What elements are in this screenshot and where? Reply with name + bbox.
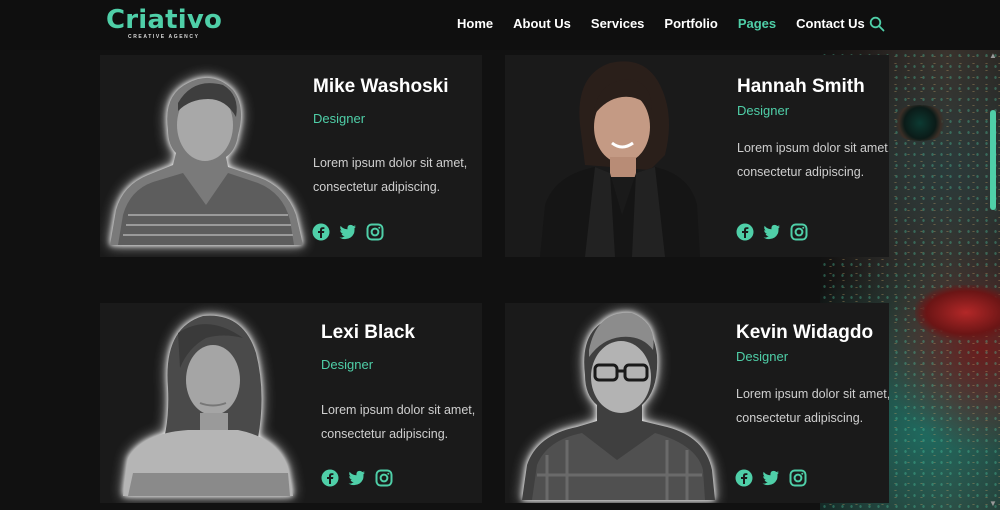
instagram-icon[interactable]: [375, 469, 393, 487]
twitter-icon[interactable]: [762, 469, 780, 487]
nav-item-about-us[interactable]: About Us: [513, 16, 571, 31]
social-links: [312, 223, 384, 241]
scroll-up-arrow[interactable]: ▲: [989, 52, 997, 60]
page-scrollbar[interactable]: ▲ ▼: [986, 50, 1000, 510]
team-member-description: Lorem ipsum dolor sit amet, consectetur …: [736, 387, 889, 425]
twitter-icon[interactable]: [339, 223, 357, 241]
nav-item-portfolio[interactable]: Portfolio: [664, 16, 717, 31]
scroll-thumb[interactable]: [990, 110, 996, 210]
facebook-icon[interactable]: [321, 469, 339, 487]
social-links: [321, 469, 393, 487]
team-card: Hannah Smith Designer Lorem ipsum dolor …: [505, 55, 889, 257]
team-member-role: Designer: [321, 357, 374, 372]
facebook-icon[interactable]: [735, 469, 753, 487]
scroll-down-arrow[interactable]: ▼: [989, 500, 997, 508]
twitter-icon[interactable]: [763, 223, 781, 241]
instagram-icon[interactable]: [790, 223, 808, 241]
site-header: Criativo CREATIVE AGENCY Home About Us S…: [0, 0, 1000, 50]
nav-item-services[interactable]: Services: [591, 16, 645, 31]
team-member-name: Hannah Smith: [737, 76, 865, 97]
instagram-icon[interactable]: [789, 469, 807, 487]
facebook-icon[interactable]: [736, 223, 754, 241]
social-links: [735, 469, 807, 487]
team-member-photo: [110, 77, 303, 245]
team-card: Mike Washoski Designer Lorem ipsum dolor…: [100, 55, 482, 257]
logo-title: Criativo: [106, 5, 223, 35]
twitter-icon[interactable]: [348, 469, 366, 487]
team-member-role: Designer: [736, 349, 789, 364]
team-member-name: Mike Washoski: [313, 76, 449, 97]
team-member-photo: [540, 61, 700, 257]
team-member-name: Lexi Black: [321, 322, 415, 343]
team-member-photo: [522, 312, 715, 500]
facebook-icon[interactable]: [312, 223, 330, 241]
nav-item-pages[interactable]: Pages: [738, 16, 776, 31]
nav-item-home[interactable]: Home: [457, 16, 493, 31]
team-member-role: Designer: [313, 111, 366, 126]
team-member-photo: [123, 315, 293, 496]
team-member-name: Kevin Widagdo: [736, 322, 874, 343]
face-eye: [890, 105, 950, 141]
page: Criativo CREATIVE AGENCY Home About Us S…: [0, 0, 1000, 510]
main-nav: Home About Us Services Portfolio Pages C…: [457, 16, 885, 31]
nav-item-contact-us[interactable]: Contact Us: [796, 16, 865, 31]
team-member-description: Lorem ipsum dolor sit amet, consectetur …: [313, 156, 468, 194]
team-member-description: Lorem ipsum dolor sit amet, consectetur …: [737, 141, 889, 179]
social-links: [736, 223, 808, 241]
logo[interactable]: Criativo CREATIVE AGENCY: [106, 5, 222, 40]
team-card: Kevin Widagdo Designer Lorem ipsum dolor…: [505, 303, 889, 503]
team-member-role: Designer: [737, 103, 790, 118]
search-icon[interactable]: [869, 16, 885, 32]
instagram-icon[interactable]: [366, 223, 384, 241]
team-member-description: Lorem ipsum dolor sit amet, consectetur …: [321, 403, 476, 441]
team-card: Lexi Black Designer Lorem ipsum dolor si…: [100, 303, 482, 503]
